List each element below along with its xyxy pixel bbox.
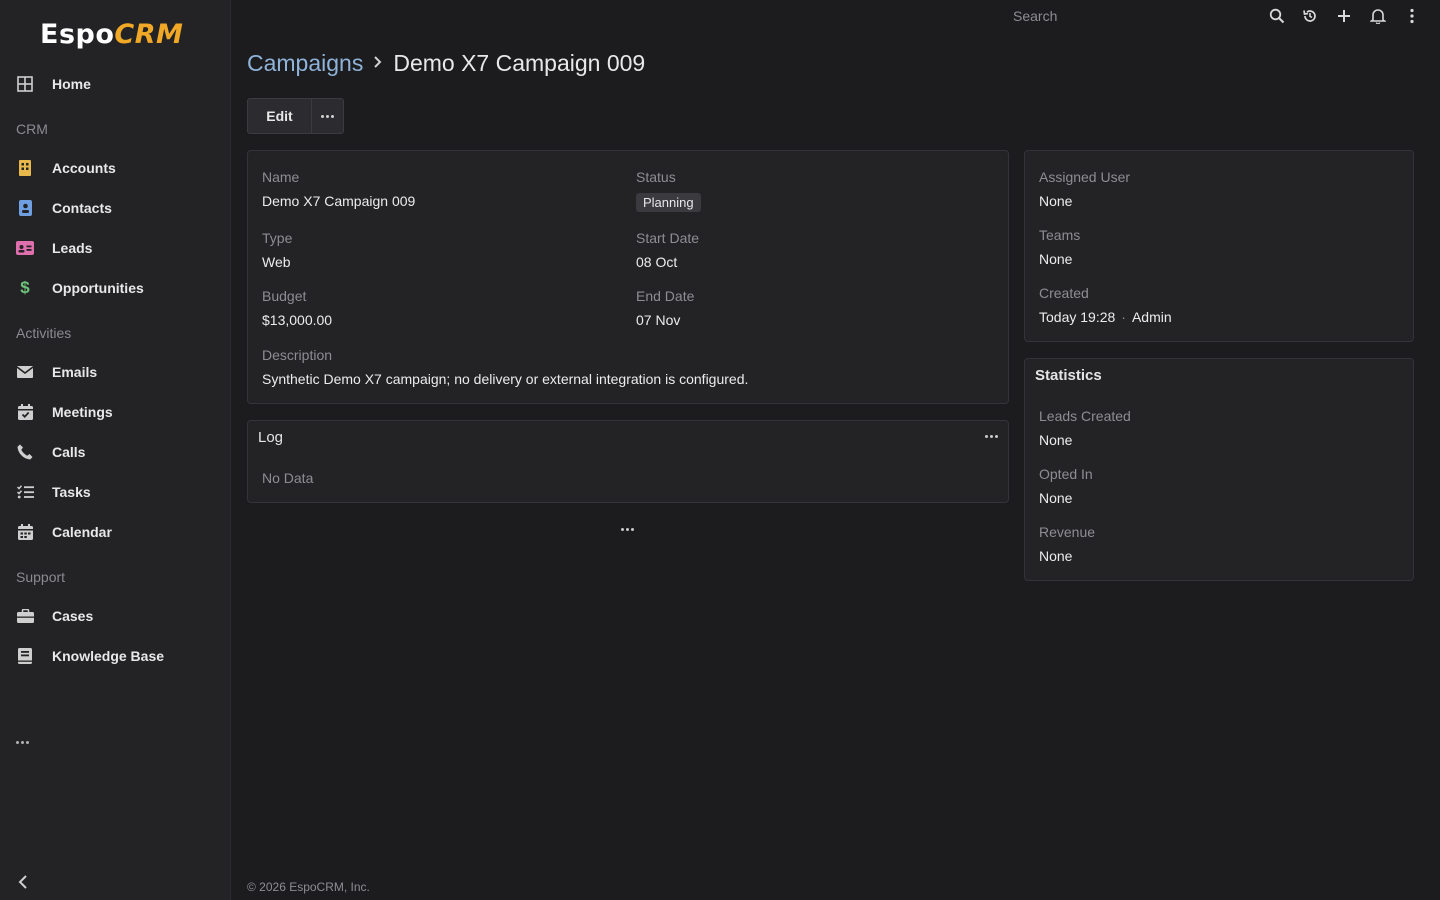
- edit-button[interactable]: Edit: [248, 99, 312, 133]
- sidebar-group-crm: CRM: [16, 121, 48, 137]
- statistics-panel: Statistics Leads Created None Opted In N…: [1024, 358, 1414, 581]
- sidebar-item-label: Calls: [52, 444, 86, 460]
- more-actions-button[interactable]: [312, 99, 343, 133]
- sidebar: EspoCRM Home CRM Accounts Contacts Leads…: [0, 0, 231, 900]
- type-value: Web: [262, 254, 291, 270]
- sidebar-group-support: Support: [16, 569, 66, 585]
- sidebar-item-accounts[interactable]: Accounts: [0, 148, 231, 188]
- bottom-more-icon[interactable]: [621, 528, 634, 531]
- log-title: Log: [258, 429, 284, 446]
- start-date-value: 08 Oct: [636, 254, 678, 270]
- revenue-label: Revenue: [1039, 524, 1096, 540]
- budget-label: Budget: [262, 288, 307, 304]
- revenue-value: None: [1039, 548, 1073, 564]
- created-separator: ·: [1121, 309, 1126, 325]
- phone-icon: [16, 443, 34, 461]
- sidebar-item-knowledge-base[interactable]: Knowledge Base: [0, 636, 231, 676]
- leads-created-label: Leads Created: [1039, 408, 1131, 424]
- created-by-link[interactable]: Admin: [1132, 309, 1172, 325]
- created-time: Today 19:28: [1039, 309, 1116, 325]
- sidebar-more-icon[interactable]: [16, 734, 36, 750]
- sidebar-item-emails[interactable]: Emails: [0, 352, 231, 392]
- sidebar-item-leads[interactable]: Leads: [0, 228, 231, 268]
- task-list-icon: [16, 483, 34, 501]
- contact-card-icon: [16, 199, 34, 217]
- statistics-title: Statistics: [1035, 367, 1102, 384]
- teams-label: Teams: [1039, 227, 1081, 243]
- end-date-label: End Date: [636, 288, 695, 304]
- description-label: Description: [262, 347, 333, 363]
- breadcrumb-link-campaigns[interactable]: Campaigns: [247, 50, 363, 77]
- book-icon: [16, 647, 34, 665]
- logo-text: EspoCRM: [40, 18, 184, 50]
- sidebar-item-calendar[interactable]: Calendar: [0, 512, 231, 552]
- type-label: Type: [262, 230, 293, 246]
- created-value: Today 19:28 · Admin: [1039, 309, 1172, 325]
- sidebar-item-calls[interactable]: Calls: [0, 432, 231, 472]
- sidebar-group-activities: Activities: [16, 325, 72, 341]
- sidebar-item-label: Cases: [52, 608, 94, 624]
- sidebar-item-label: Tasks: [52, 484, 91, 500]
- app-logo[interactable]: EspoCRM: [40, 14, 183, 54]
- status-label: Status: [636, 169, 676, 185]
- sidebar-item-label: Knowledge Base: [52, 648, 165, 664]
- chevron-right-icon: [373, 53, 383, 74]
- sidebar-item-opportunities[interactable]: $ Opportunities: [0, 268, 231, 308]
- name-value: Demo X7 Campaign 009: [262, 193, 416, 209]
- footer-copyright: © 2026 EspoCRM, Inc.: [247, 880, 370, 894]
- search-input[interactable]: Search: [1013, 8, 1057, 24]
- sidebar-item-label: Home: [52, 76, 91, 92]
- sidebar-item-label: Accounts: [52, 160, 116, 176]
- building-icon: [16, 159, 34, 177]
- page-title: Demo X7 Campaign 009: [393, 50, 646, 76]
- sidebar-item-tasks[interactable]: Tasks: [0, 472, 231, 512]
- log-empty-text: No Data: [262, 470, 314, 486]
- budget-value: $13,000.00: [262, 312, 333, 328]
- assigned-user-value: None: [1039, 193, 1073, 209]
- briefcase-icon: [16, 607, 34, 625]
- opted-in-label: Opted In: [1039, 466, 1093, 482]
- end-date-value: 07 Nov: [636, 312, 681, 328]
- sidebar-item-label: Contacts: [52, 200, 112, 216]
- bell-icon[interactable]: [1368, 6, 1388, 26]
- assigned-user-label: Assigned User: [1039, 169, 1131, 185]
- id-card-icon: [16, 239, 34, 257]
- start-date-label: Start Date: [636, 230, 700, 246]
- log-panel: Log No Data: [247, 420, 1009, 503]
- record-actions: Edit: [247, 98, 344, 134]
- breadcrumb: Campaigns Demo X7 Campaign 009: [247, 50, 645, 77]
- sidebar-item-meetings[interactable]: Meetings: [0, 392, 231, 432]
- search-icon[interactable]: [1267, 6, 1287, 26]
- plus-icon[interactable]: [1334, 6, 1354, 26]
- leads-created-value: None: [1039, 432, 1073, 448]
- side-panel: Assigned User None Teams None Created To…: [1024, 150, 1414, 342]
- calendar-icon: [16, 523, 34, 541]
- kebab-menu-icon[interactable]: [1402, 6, 1422, 26]
- name-label: Name: [262, 169, 300, 185]
- sidebar-item-label: Calendar: [52, 524, 112, 540]
- teams-value: None: [1039, 251, 1073, 267]
- sidebar-item-label: Emails: [52, 364, 98, 380]
- sidebar-item-label: Meetings: [52, 404, 113, 420]
- history-icon[interactable]: [1300, 6, 1320, 26]
- sidebar-item-label: Leads: [52, 240, 93, 256]
- sidebar-item-cases[interactable]: Cases: [0, 596, 231, 636]
- sidebar-item-home[interactable]: Home: [0, 64, 231, 104]
- opted-in-value: None: [1039, 490, 1073, 506]
- status-badge: Planning: [636, 193, 701, 212]
- dollar-icon: $: [20, 278, 30, 297]
- description-value: Synthetic Demo X7 campaign; no delivery …: [262, 371, 749, 387]
- grid-icon: [16, 75, 34, 93]
- detail-panel: Name Demo X7 Campaign 009 Status Plannin…: [247, 150, 1009, 404]
- envelope-icon: [16, 363, 34, 381]
- log-menu-icon[interactable]: [985, 435, 998, 438]
- calendar-check-icon: [16, 403, 34, 421]
- created-label: Created: [1039, 285, 1089, 301]
- sidebar-item-contacts[interactable]: Contacts: [0, 188, 231, 228]
- sidebar-item-label: Opportunities: [52, 280, 144, 296]
- chevron-left-icon[interactable]: [14, 872, 34, 892]
